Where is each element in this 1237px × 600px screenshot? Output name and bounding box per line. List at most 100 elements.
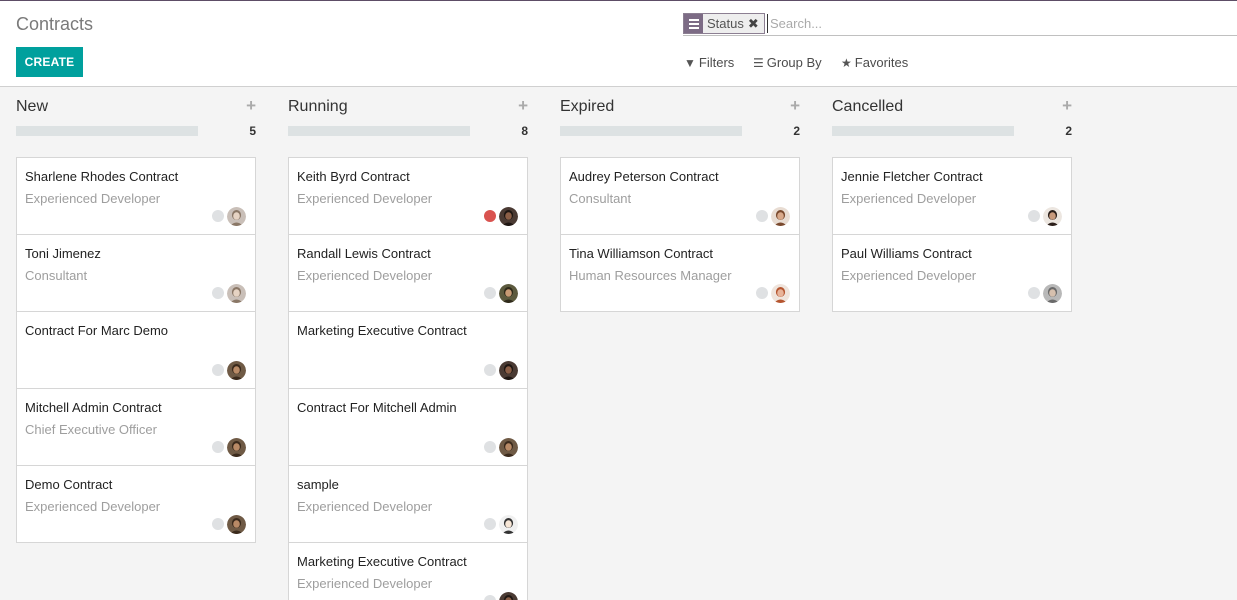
quick-create-icon[interactable]: + bbox=[246, 96, 256, 116]
search-input[interactable] bbox=[767, 14, 1227, 33]
contract-card[interactable]: Audrey Peterson Contract Consultant bbox=[560, 157, 800, 235]
card-title: Randall Lewis Contract bbox=[297, 246, 431, 261]
card-subtitle: Human Resources Manager bbox=[569, 268, 732, 283]
contract-card[interactable]: Sharlene Rhodes Contract Experienced Dev… bbox=[16, 157, 256, 235]
contract-card[interactable]: Demo Contract Experienced Developer bbox=[16, 466, 256, 543]
card-subtitle: Experienced Developer bbox=[297, 191, 433, 206]
status-dot[interactable] bbox=[484, 518, 496, 530]
contract-card[interactable]: Keith Byrd Contract Experienced Develope… bbox=[288, 157, 528, 235]
card-title: Mitchell Admin Contract bbox=[25, 400, 162, 415]
card-title: Marketing Executive Contract bbox=[297, 554, 467, 569]
contract-card[interactable]: Contract For Mitchell Admin bbox=[288, 389, 528, 466]
status-dot[interactable] bbox=[212, 287, 224, 299]
avatar bbox=[499, 361, 518, 380]
quick-create-icon[interactable]: + bbox=[790, 96, 800, 116]
status-dot[interactable] bbox=[484, 287, 496, 299]
card-title: Tina Williamson Contract bbox=[569, 246, 714, 261]
status-dot[interactable] bbox=[212, 518, 224, 530]
contract-card[interactable]: Contract For Marc Demo bbox=[16, 312, 256, 389]
facet-label: Status bbox=[707, 16, 744, 31]
card-title: Toni Jimenez bbox=[25, 246, 101, 261]
avatar bbox=[227, 361, 246, 380]
card-title: Audrey Peterson Contract bbox=[569, 169, 719, 184]
card-subtitle: Experienced Developer bbox=[25, 191, 161, 206]
card-subtitle: Experienced Developer bbox=[297, 576, 433, 591]
card-title: Demo Contract bbox=[25, 477, 113, 492]
contract-card[interactable]: Jennie Fletcher Contract Experienced Dev… bbox=[832, 157, 1072, 235]
filters-label: Filters bbox=[698, 55, 735, 70]
avatar bbox=[499, 207, 518, 226]
status-dot[interactable] bbox=[484, 441, 496, 453]
column-progress-bar[interactable] bbox=[16, 126, 198, 136]
contract-card[interactable]: Randall Lewis Contract Experienced Devel… bbox=[288, 235, 528, 312]
status-dot[interactable] bbox=[484, 364, 496, 376]
contract-card[interactable]: Paul Williams Contract Experienced Devel… bbox=[832, 235, 1072, 312]
card-subtitle: Consultant bbox=[569, 191, 632, 206]
card-list: Audrey Peterson Contract Consultant Tina… bbox=[560, 157, 800, 312]
card-subtitle: Consultant bbox=[25, 268, 88, 283]
group-by-button[interactable]: ☰ Group By bbox=[753, 55, 822, 70]
group-by-icon bbox=[684, 14, 703, 33]
card-list: Sharlene Rhodes Contract Experienced Dev… bbox=[16, 157, 256, 543]
filter-icon: ▼ bbox=[684, 55, 696, 70]
status-dot[interactable] bbox=[1028, 210, 1040, 222]
status-dot[interactable] bbox=[484, 210, 496, 222]
avatar bbox=[499, 515, 518, 534]
column-title: Expired bbox=[560, 98, 615, 115]
card-subtitle: Experienced Developer bbox=[297, 268, 433, 283]
card-title: Sharlene Rhodes Contract bbox=[25, 169, 179, 184]
star-icon: ★ bbox=[841, 55, 852, 70]
status-dot[interactable] bbox=[212, 210, 224, 222]
avatar bbox=[1043, 207, 1062, 226]
card-list: Jennie Fletcher Contract Experienced Dev… bbox=[832, 157, 1072, 312]
page-title: Contracts bbox=[16, 14, 94, 34]
create-button[interactable]: CREATE bbox=[16, 47, 83, 77]
quick-create-icon[interactable]: + bbox=[518, 96, 528, 116]
close-icon[interactable]: ✖ bbox=[748, 16, 764, 32]
status-dot[interactable] bbox=[1028, 287, 1040, 299]
contract-card[interactable]: Tina Williamson Contract Human Resources… bbox=[560, 235, 800, 312]
quick-create-icon[interactable]: + bbox=[1062, 96, 1072, 116]
column-title: New bbox=[16, 98, 49, 115]
avatar bbox=[771, 284, 790, 303]
contract-card[interactable]: sample Experienced Developer bbox=[288, 466, 528, 543]
card-title: Keith Byrd Contract bbox=[297, 169, 410, 184]
avatar bbox=[771, 207, 790, 226]
card-title: sample bbox=[297, 477, 339, 492]
card-title: Contract For Marc Demo bbox=[25, 323, 169, 338]
card-subtitle: Experienced Developer bbox=[841, 191, 977, 206]
favorites-button[interactable]: ★ Favorites bbox=[841, 55, 908, 70]
search-facet-status[interactable]: Status ✖ bbox=[683, 13, 765, 34]
column-title: Running bbox=[288, 98, 348, 115]
card-subtitle: Experienced Developer bbox=[841, 268, 977, 283]
column-count: 2 bbox=[1065, 124, 1072, 138]
search-bar: Status ✖ bbox=[683, 12, 1237, 36]
card-title: Contract For Mitchell Admin bbox=[297, 400, 457, 415]
avatar bbox=[227, 284, 246, 303]
filters-button[interactable]: ▼ Filters bbox=[684, 55, 734, 70]
avatar bbox=[499, 284, 518, 303]
card-title: Marketing Executive Contract bbox=[297, 323, 467, 338]
group-by-label: Group By bbox=[766, 55, 822, 70]
status-dot[interactable] bbox=[212, 364, 224, 376]
contract-card[interactable]: Marketing Executive Contract Experienced… bbox=[288, 543, 528, 600]
card-title: Paul Williams Contract bbox=[841, 246, 972, 261]
avatar bbox=[499, 438, 518, 457]
contract-card[interactable]: Toni Jimenez Consultant bbox=[16, 235, 256, 312]
status-dot[interactable] bbox=[756, 287, 768, 299]
avatar bbox=[227, 438, 246, 457]
contract-card[interactable]: Marketing Executive Contract bbox=[288, 312, 528, 389]
status-dot[interactable] bbox=[484, 595, 496, 600]
list-icon: ☰ bbox=[753, 55, 764, 70]
status-dot[interactable] bbox=[212, 441, 224, 453]
column-progress-bar[interactable] bbox=[832, 126, 1014, 136]
contract-card[interactable]: Mitchell Admin Contract Chief Executive … bbox=[16, 389, 256, 466]
column-progress-bar[interactable] bbox=[560, 126, 742, 136]
column-progress-bar[interactable] bbox=[288, 126, 470, 136]
card-subtitle: Experienced Developer bbox=[25, 499, 161, 514]
column-count: 2 bbox=[793, 124, 800, 138]
favorites-label: Favorites bbox=[854, 55, 909, 70]
avatar bbox=[1043, 284, 1062, 303]
control-panel: Contracts CREATE Status ✖ ▼ Filters ☰ Gr… bbox=[0, 0, 1237, 87]
status-dot[interactable] bbox=[756, 210, 768, 222]
